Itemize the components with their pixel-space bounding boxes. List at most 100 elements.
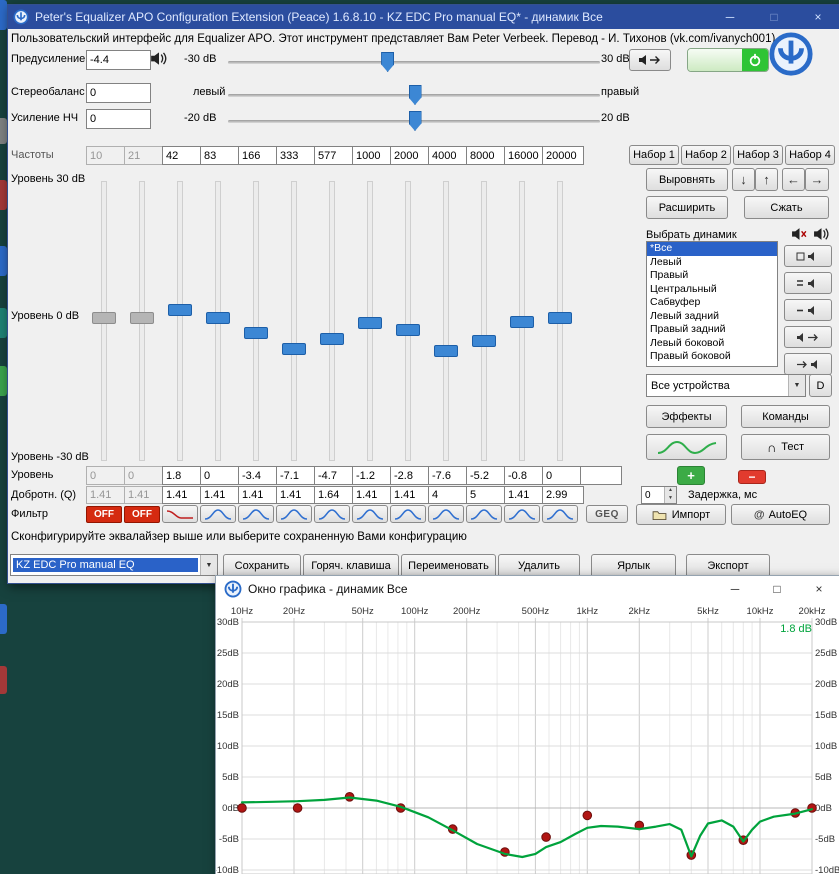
move-up-button[interactable]: ↑	[755, 168, 778, 191]
freq-input-42[interactable]: 42	[162, 146, 204, 165]
expand-button[interactable]: Расширить	[646, 196, 728, 219]
eq-band-track-333[interactable]	[291, 181, 297, 461]
eq-band-slider-83[interactable]	[206, 312, 230, 324]
filter-type-button-333[interactable]	[276, 505, 312, 523]
filter-type-button-4000[interactable]	[428, 505, 464, 523]
eq-band-slider-333[interactable]	[282, 343, 306, 356]
gain-input-20000[interactable]: 0	[542, 466, 584, 485]
q-input-8000[interactable]: 5	[466, 486, 508, 504]
filter-type-button-1000[interactable]	[352, 505, 388, 523]
eq-band-slider-4000[interactable]	[434, 345, 458, 358]
eq-band-slider-20000[interactable]	[548, 312, 572, 324]
power-toggle[interactable]	[687, 48, 769, 72]
close-button[interactable]: ×	[796, 5, 839, 29]
eq-band-slider-8000[interactable]	[472, 334, 496, 347]
eq-band-slider-166[interactable]	[244, 327, 268, 339]
q-input-1000[interactable]: 1.41	[352, 486, 394, 504]
filter-type-button-8000[interactable]	[466, 505, 502, 523]
minimize-button[interactable]: ─	[708, 5, 752, 29]
freq-input-83[interactable]: 83	[200, 146, 242, 165]
q-input-42[interactable]: 1.41	[162, 486, 204, 504]
balance-input[interactable]: 0	[86, 83, 151, 103]
eq-band-track-577[interactable]	[329, 181, 335, 461]
set-button-1[interactable]: Набор 1	[629, 145, 679, 165]
set-button-2[interactable]: Набор 2	[681, 145, 731, 165]
speaker-item-2[interactable]: Левый	[647, 256, 777, 270]
speaker-item-4[interactable]: Центральный	[647, 283, 777, 297]
gain-input-21[interactable]: 0	[124, 466, 166, 485]
bass-input[interactable]: 0	[86, 109, 151, 129]
test-button[interactable]: ∩ Тест	[741, 434, 830, 460]
q-input-577[interactable]: 1.64	[314, 486, 356, 504]
speaker-item-3[interactable]: Правый	[647, 269, 777, 283]
freq-input-577[interactable]: 577	[314, 146, 356, 165]
gain-input-166[interactable]: -3.4	[238, 466, 280, 485]
filter-type-button-42[interactable]	[162, 505, 198, 523]
autoeq-button[interactable]: @ AutoEQ	[731, 504, 830, 525]
speaker-item-7[interactable]: Правый задний	[647, 323, 777, 337]
eq-band-slider-16000[interactable]	[510, 315, 534, 328]
align-button[interactable]: Выровнять	[646, 168, 728, 191]
filter-type-button-83[interactable]	[200, 505, 236, 523]
freq-input-166[interactable]: 166	[238, 146, 280, 165]
freq-input-4000[interactable]: 4000	[428, 146, 470, 165]
compress-button[interactable]: Сжать	[744, 196, 829, 219]
chevron-down-icon[interactable]: ▼	[788, 375, 805, 396]
q-input-2000[interactable]: 1.41	[390, 486, 432, 504]
eq-band-slider-10[interactable]	[92, 312, 116, 324]
freq-input-333[interactable]: 333	[276, 146, 318, 165]
gain-input-1000[interactable]: -1.2	[352, 466, 394, 485]
freq-input-10[interactable]: 10	[86, 146, 128, 165]
set-button-4[interactable]: Набор 4	[785, 145, 835, 165]
gain-input-2000[interactable]: -2.8	[390, 466, 432, 485]
speaker-item-1[interactable]: *Все	[647, 242, 777, 256]
eq-band-slider-21[interactable]	[130, 312, 154, 324]
filter-type-button-20000[interactable]	[542, 505, 578, 523]
device-d-button[interactable]: D	[809, 374, 832, 397]
mute-route-button[interactable]	[629, 49, 671, 71]
filter-type-button-577[interactable]	[314, 505, 350, 523]
gain-input-8000[interactable]: -5.2	[466, 466, 508, 485]
bass-slider-thumb[interactable]	[408, 111, 422, 131]
q-input-20000[interactable]: 2.99	[542, 486, 584, 504]
filter-type-button-2000[interactable]	[390, 505, 426, 523]
speaker-listbox[interactable]: *Все Левый Правый Центральный Сабвуфер Левый …	[646, 241, 778, 367]
commands-button[interactable]: Команды	[741, 405, 830, 428]
gain-input-10[interactable]: 0	[86, 466, 128, 485]
q-input-10[interactable]: 1.41	[86, 486, 128, 504]
delay-spinner[interactable]: 0 ▲ ▼	[641, 486, 677, 504]
freq-input-21[interactable]: 21	[124, 146, 166, 165]
graph-minimize-button[interactable]: ─	[714, 576, 756, 602]
channel-config-button-5[interactable]	[784, 353, 832, 375]
speaker-icon[interactable]	[813, 227, 830, 241]
eq-band-track-166[interactable]	[253, 181, 259, 461]
gain-input-16000[interactable]: -0.8	[504, 466, 546, 485]
filter-point-21[interactable]	[292, 803, 303, 813]
gain-input-333[interactable]: -7.1	[276, 466, 318, 485]
filter-point-10[interactable]	[237, 803, 247, 813]
freq-input-20000[interactable]: 20000	[542, 146, 584, 165]
channel-config-button-3[interactable]	[784, 299, 832, 321]
remove-band-button[interactable]: −	[738, 470, 766, 484]
add-band-button[interactable]: +	[677, 466, 705, 485]
channel-config-button-4[interactable]	[784, 326, 832, 348]
q-input-21[interactable]: 1.41	[124, 486, 166, 504]
filter-off-button-10[interactable]: OFF	[86, 506, 122, 523]
speaker-item-9[interactable]: Правый боковой	[647, 350, 777, 364]
spin-down-icon[interactable]: ▼	[664, 495, 676, 503]
set-button-3[interactable]: Набор 3	[733, 145, 783, 165]
channel-config-button-2[interactable]	[784, 272, 832, 294]
device-combo[interactable]: Все устройства ▼	[646, 374, 806, 397]
preamp-input[interactable]: -4.4	[86, 50, 151, 70]
move-down-button[interactable]: ↓	[732, 168, 755, 191]
q-input-166[interactable]: 1.41	[238, 486, 280, 504]
freq-input-2000[interactable]: 2000	[390, 146, 432, 165]
import-button[interactable]: Импорт	[636, 504, 726, 525]
freq-input-16000[interactable]: 16000	[504, 146, 546, 165]
maximize-button[interactable]: □	[752, 5, 796, 29]
speaker-item-5[interactable]: Сабвуфер	[647, 296, 777, 310]
eq-band-slider-577[interactable]	[320, 332, 344, 345]
chevron-down-icon[interactable]: ▼	[200, 555, 217, 575]
preset-combo[interactable]: KZ EDC Pro manual EQ ▼	[10, 554, 218, 576]
gain-input-83[interactable]: 0	[200, 466, 242, 485]
